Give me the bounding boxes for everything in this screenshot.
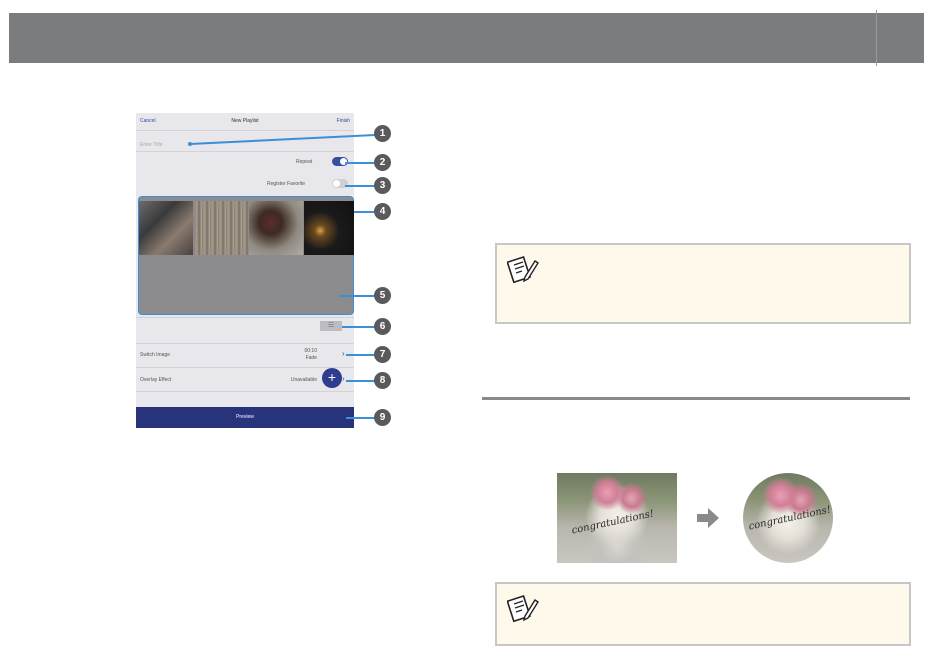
divider xyxy=(136,151,354,152)
memo-pencil-icon xyxy=(507,256,539,284)
callout-badge: 8 xyxy=(374,372,391,389)
callout-line xyxy=(339,295,375,297)
overlay-caption: congratulations! xyxy=(747,504,832,533)
original-image: congratulations! xyxy=(557,473,677,563)
divider xyxy=(136,130,354,131)
overlay-effect-label: Overlay Effect xyxy=(140,377,172,383)
image-thumbnail[interactable] xyxy=(194,201,248,255)
callout-badge: 2 xyxy=(374,154,391,171)
switch-image-effect: Fade xyxy=(305,355,317,361)
finish-button[interactable]: Finish xyxy=(337,118,350,124)
divider xyxy=(136,317,354,318)
overlay-caption: congratulations! xyxy=(570,508,655,537)
sort-button[interactable]: ☰ xyxy=(320,321,342,331)
note-box xyxy=(495,243,911,324)
register-favorite-label: Register Favorite xyxy=(267,181,306,187)
image-thumbnail[interactable] xyxy=(249,201,303,255)
title-input[interactable]: Enter Title xyxy=(140,142,163,148)
callout-badge: 3 xyxy=(374,177,391,194)
image-thumbnail[interactable] xyxy=(304,201,354,255)
note-box xyxy=(495,582,911,646)
divider xyxy=(136,343,354,344)
callout-badge: 5 xyxy=(374,287,391,304)
preview-button[interactable]: Preview xyxy=(136,407,354,428)
callout-badge: 6 xyxy=(374,318,391,335)
image-thumbnail[interactable] xyxy=(139,201,193,255)
callout-line xyxy=(342,326,375,328)
circle-overlay-image: congratulations! xyxy=(743,473,833,563)
page-header-bar xyxy=(9,13,924,63)
callout-badge: 1 xyxy=(374,125,391,142)
callout-badge: 4 xyxy=(374,203,391,220)
callout-line xyxy=(346,354,375,356)
right-arrow-icon xyxy=(697,508,719,528)
repeat-label: Repeat xyxy=(296,159,313,165)
playlist-top-bar: Cancel New Playlist Finish xyxy=(136,113,354,129)
divider xyxy=(136,367,354,368)
memo-pencil-icon xyxy=(507,595,539,623)
add-image-button[interactable]: + xyxy=(322,368,342,388)
list-icon: ☰ xyxy=(327,322,335,329)
switch-image-time: 00:10 xyxy=(304,348,317,354)
image-list[interactable]: + xyxy=(138,196,354,388)
header-divider xyxy=(876,10,877,66)
callout-line xyxy=(345,162,375,164)
divider xyxy=(136,391,354,392)
callout-line xyxy=(346,417,375,419)
callout-line xyxy=(345,185,375,187)
plus-icon: + xyxy=(327,369,337,385)
new-playlist-screen: Cancel New Playlist Finish Enter Title R… xyxy=(136,113,354,428)
switch-image-label: Switch Image xyxy=(140,352,171,358)
section-divider xyxy=(482,397,910,400)
callout-badge: 7 xyxy=(374,346,391,363)
screen-title: New Playlist xyxy=(231,118,259,124)
overlay-effect-value: Unavailable xyxy=(290,377,317,383)
callout-line xyxy=(346,380,375,382)
chevron-right-icon[interactable]: › xyxy=(342,349,345,358)
callout-line xyxy=(354,211,375,213)
callout-badge: 9 xyxy=(374,409,391,426)
chevron-right-icon[interactable]: › xyxy=(342,374,345,383)
register-favorite-toggle[interactable] xyxy=(332,179,348,188)
